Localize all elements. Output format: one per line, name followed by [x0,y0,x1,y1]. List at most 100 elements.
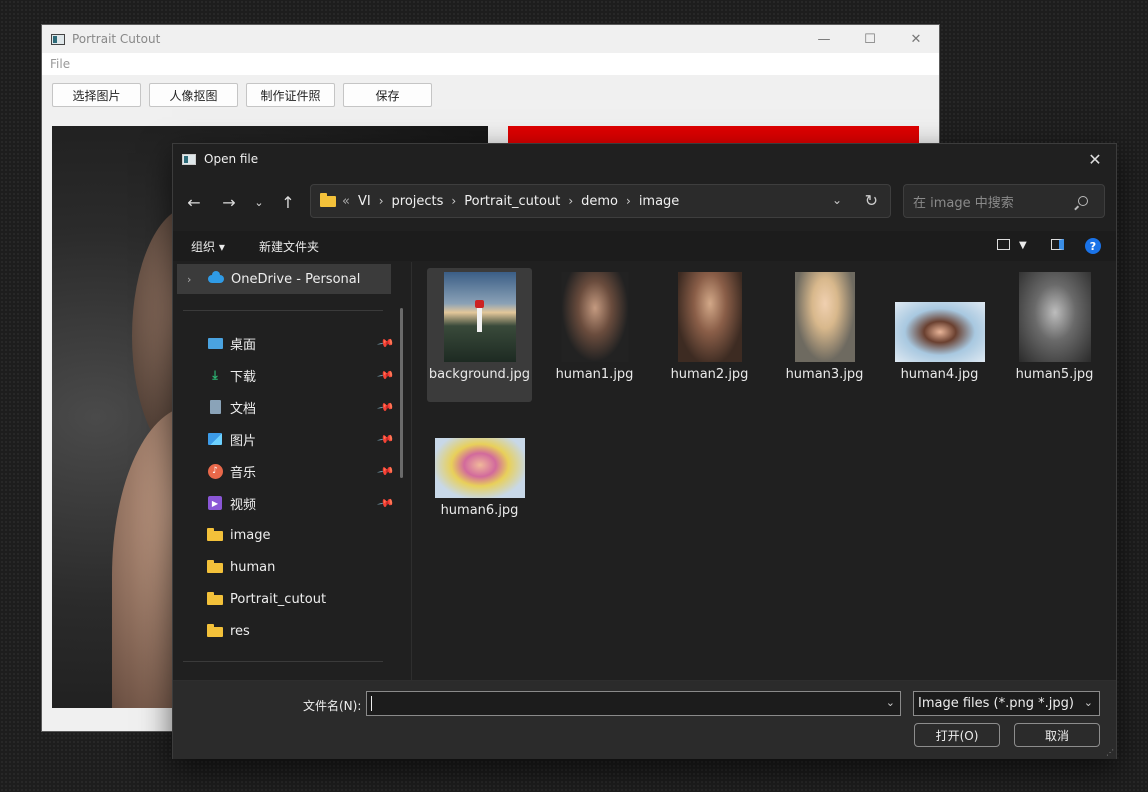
search-box[interactable]: 在 image 中搜索 [903,184,1105,218]
file-name: human3.jpg [785,367,864,382]
cancel-button[interactable]: 取消 [1014,723,1100,747]
menu-file[interactable]: File [50,57,70,71]
folder-icon [320,192,336,207]
sidebar-item-videos[interactable]: ▶ 视频 📌 [207,490,396,516]
up-arrow-icon[interactable]: ↑ [276,190,300,214]
search-input[interactable]: 在 image 中搜索 [913,192,1078,211]
navigation-row: ← → ⌄ ↑ « VI › projects › Portrait_cutou… [173,184,1116,220]
file-item[interactable]: human6.jpg [427,434,532,568]
file-type-filter-value: Image files (*.png *.jpg) [918,696,1074,711]
document-icon [207,400,223,414]
sidebar-folder-human[interactable]: human [207,554,393,580]
breadcrumb-chevron-icon[interactable]: › [451,194,456,208]
sidebar-folder-res[interactable]: res [207,618,393,644]
thumbnail-image [443,272,516,362]
view-options-icon[interactable] [997,239,1010,250]
address-dropdown-icon[interactable]: ⌄ [832,193,842,207]
forward-arrow-icon[interactable]: → [217,190,241,214]
file-type-filter[interactable]: Image files (*.png *.jpg) ⌄ [913,691,1100,716]
onedrive-cloud-icon [208,271,224,283]
app-title: Portrait Cutout [72,32,161,46]
pin-icon: 📌 [376,333,396,353]
filter-dropdown-icon[interactable]: ⌄ [1084,696,1093,709]
breadcrumb-chevron-icon[interactable]: › [626,194,631,208]
breadcrumb-item[interactable]: demo [581,194,618,209]
sidebar-item-downloads[interactable]: ⤓ 下载 📌 [207,362,395,388]
folder-icon [207,624,223,637]
filename-input[interactable]: ⌄ [366,691,901,716]
filename-label: 文件名(N): [303,699,362,713]
sidebar-item-label: Portrait_cutout [230,591,327,607]
resize-grip-icon[interactable]: ⋰ [1106,748,1114,757]
sidebar-item-label: 下载 [230,369,257,385]
file-item[interactable]: background.jpg [427,268,532,402]
sidebar-item-onedrive[interactable]: › OneDrive - Personal [177,264,391,294]
select-image-button[interactable]: 选择图片 [52,83,141,107]
view-dropdown-icon[interactable]: ▼ [1019,240,1027,251]
file-item[interactable]: human1.jpg [542,268,647,402]
text-caret [371,696,372,711]
file-item[interactable]: human4.jpg [887,268,992,402]
breadcrumb-item[interactable]: VI [358,194,371,209]
organize-menu[interactable]: 组织 ▾ [191,238,225,255]
id-photo-button[interactable]: 制作证件照 [246,83,335,107]
sidebar-item-pictures[interactable]: 图片 📌 [207,426,396,452]
navigation-pane: › OneDrive - Personal 桌面 📌 ⤓ 下载 📌 文档 📌 图… [173,262,412,680]
recent-chevron-down-icon[interactable]: ⌄ [247,190,271,214]
file-name: human6.jpg [440,503,519,518]
sidebar-item-label: res [230,623,250,639]
sidebar-item-label: 视频 [230,497,257,513]
pin-icon: 📌 [376,493,396,513]
expand-chevron-icon[interactable]: › [187,273,201,286]
pin-icon: 📌 [376,397,396,417]
menu-bar: File [42,53,939,75]
command-bar: 组织 ▾ 新建文件夹 ▼ ? [173,231,1116,261]
download-icon: ⤓ [212,367,218,382]
sidebar-folder-image[interactable]: image [207,522,393,548]
close-icon[interactable]: ✕ [893,25,939,53]
pin-icon: 📌 [376,429,396,449]
breadcrumb-chevron-icon[interactable]: › [568,194,573,208]
folder-icon [207,560,223,573]
dialog-close-icon[interactable]: ✕ [1080,144,1110,174]
address-bar[interactable]: « VI › projects › Portrait_cutout › demo… [310,184,891,218]
sidebar-item-music[interactable]: ♪ 音乐 📌 [207,458,396,484]
file-item[interactable]: human5.jpg [1002,268,1107,402]
file-name: human2.jpg [670,367,749,382]
new-folder-button[interactable]: 新建文件夹 [259,238,319,255]
open-button[interactable]: 打开(O) [914,723,1000,747]
search-icon[interactable] [1078,196,1088,206]
file-name: human1.jpg [555,367,634,382]
filename-dropdown-icon[interactable]: ⌄ [886,696,895,709]
file-item[interactable]: human3.jpg [772,268,877,402]
sidebar-item-label: OneDrive - Personal [231,271,361,287]
sidebar-folder-portrait-cutout[interactable]: Portrait_cutout [207,586,393,612]
video-icon: ▶ [207,496,223,510]
dialog-footer: 文件名(N): ⌄ Image files (*.png *.jpg) ⌄ 打开… [173,680,1116,759]
minimize-icon[interactable]: — [801,25,847,53]
breadcrumb-item[interactable]: image [639,194,680,209]
app-toolbar: 选择图片 人像抠图 制作证件照 保存 [42,75,939,115]
sidebar-item-label: 音乐 [230,465,257,481]
refresh-icon[interactable]: ↻ [865,191,878,210]
sidebar-item-label: 桌面 [230,337,257,353]
thumbnail-image [794,272,855,362]
open-file-dialog: Open file ✕ ← → ⌄ ↑ « VI › projects › Po… [172,143,1117,759]
breadcrumb-item[interactable]: Portrait_cutout [464,194,560,209]
sidebar-scrollbar[interactable] [400,308,403,478]
save-button[interactable]: 保存 [343,83,432,107]
help-icon[interactable]: ? [1085,238,1101,254]
cutout-button[interactable]: 人像抠图 [149,83,238,107]
sidebar-item-desktop[interactable]: 桌面 📌 [207,330,396,356]
preview-pane-icon[interactable] [1051,239,1064,250]
file-item[interactable]: human2.jpg [657,268,762,402]
breadcrumb-chevron-icon[interactable]: › [379,194,384,208]
pin-icon: 📌 [376,461,396,481]
breadcrumb-overflow[interactable]: « [342,194,350,209]
thumbnail-image [434,438,525,498]
sidebar-item-documents[interactable]: 文档 📌 [207,394,396,420]
back-arrow-icon[interactable]: ← [182,190,206,214]
breadcrumb-item[interactable]: projects [392,194,444,209]
maximize-icon[interactable]: ☐ [847,25,893,53]
file-name: human5.jpg [1015,367,1094,382]
